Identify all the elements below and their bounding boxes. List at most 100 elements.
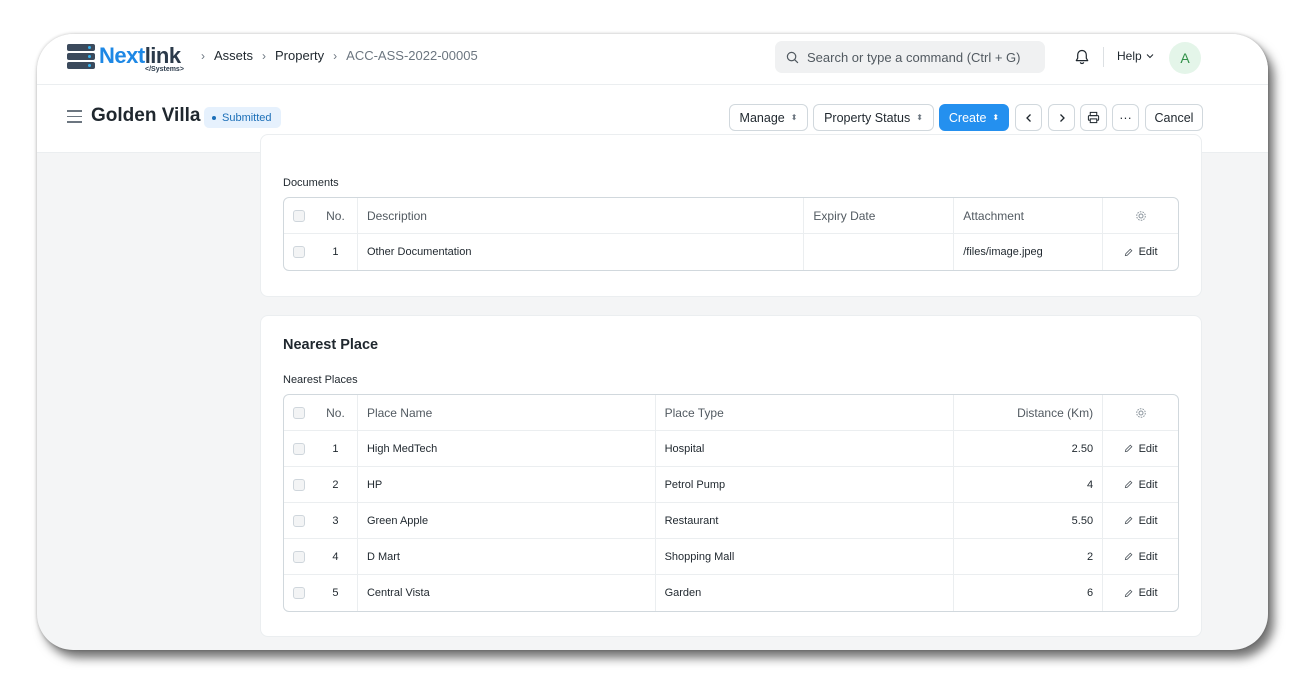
help-label: Help xyxy=(1117,49,1142,63)
create-button[interactable]: Create ⬍ xyxy=(939,104,1009,131)
search-icon xyxy=(786,51,799,63)
edit-row-button[interactable]: Edit xyxy=(1103,503,1178,538)
help-menu[interactable]: Help xyxy=(1117,49,1154,63)
edit-label: Edit xyxy=(1138,514,1158,527)
column-settings[interactable] xyxy=(1103,198,1178,233)
status-dot-icon xyxy=(212,115,216,120)
row-place-name[interactable]: Green Apple xyxy=(358,503,656,538)
property-status-button[interactable]: Property Status ⬍ xyxy=(813,104,934,131)
breadcrumb-property[interactable]: Property xyxy=(275,48,324,63)
create-label: Create xyxy=(948,110,987,125)
row-checkbox[interactable] xyxy=(292,550,305,563)
row-distance[interactable]: 4 xyxy=(954,467,1104,502)
header-checkbox-cell xyxy=(284,395,314,430)
row-place-name[interactable]: D Mart xyxy=(358,539,656,574)
updown-icon: ⬍ xyxy=(992,112,1000,122)
edit-label: Edit xyxy=(1138,550,1158,563)
table-row[interactable]: 1 Other Documentation /files/image.jpeg … xyxy=(284,234,1178,270)
column-header-expiry-date: Expiry Date xyxy=(804,198,955,233)
edit-row-button[interactable]: Edit xyxy=(1103,234,1178,270)
pencil-icon xyxy=(1124,480,1132,489)
brand-logo[interactable]: Nextlink </Systems> xyxy=(67,42,187,74)
brand-tagline: </Systems> xyxy=(145,66,184,73)
edit-label: Edit xyxy=(1138,246,1158,258)
documents-section: Documents No. Description Expiry Date At… xyxy=(260,134,1202,297)
column-header-place-type: Place Type xyxy=(656,395,955,430)
gear-icon xyxy=(1135,407,1146,418)
search-input[interactable]: Search or type a command (Ctrl + G) xyxy=(775,41,1045,73)
hamburger-icon[interactable] xyxy=(67,110,82,123)
print-button[interactable] xyxy=(1080,104,1107,131)
table-row[interactable]: 5 Central Vista Garden 6 Edit xyxy=(284,575,1178,611)
bell-icon[interactable] xyxy=(1073,48,1091,66)
next-button[interactable] xyxy=(1048,104,1075,131)
row-expiry-date[interactable] xyxy=(804,234,955,270)
table-row[interactable]: 3 Green Apple Restaurant 5.50 Edit xyxy=(284,503,1178,539)
column-header-description: Description xyxy=(358,198,805,233)
row-no: 1 xyxy=(314,234,358,270)
edit-row-button[interactable]: Edit xyxy=(1103,467,1178,502)
chevron-down-icon xyxy=(1146,54,1154,59)
row-place-type[interactable]: Shopping Mall xyxy=(656,539,955,574)
edit-row-button[interactable]: Edit xyxy=(1103,431,1178,466)
edit-label: Edit xyxy=(1138,478,1158,491)
row-place-type[interactable]: Petrol Pump xyxy=(656,467,955,502)
chevron-right-icon: › xyxy=(201,48,205,63)
row-no: 3 xyxy=(314,503,358,538)
row-distance[interactable]: 2 xyxy=(954,539,1104,574)
more-button[interactable]: ··· xyxy=(1112,104,1139,131)
print-icon xyxy=(1087,111,1100,124)
edit-row-button[interactable]: Edit xyxy=(1103,575,1178,611)
nav-divider xyxy=(1103,47,1104,67)
chevron-right-icon: › xyxy=(262,48,267,63)
row-place-type[interactable]: Garden xyxy=(656,575,955,611)
row-no: 5 xyxy=(314,575,358,611)
cancel-button[interactable]: Cancel xyxy=(1145,104,1203,131)
row-description[interactable]: Other Documentation xyxy=(358,234,805,270)
column-header-distance: Distance (Km) xyxy=(954,395,1104,430)
header-checkbox-cell xyxy=(284,198,314,233)
row-checkbox[interactable] xyxy=(292,246,305,258)
row-checkbox-cell xyxy=(284,503,314,538)
page-title: Golden Villa xyxy=(91,105,201,126)
status-badge: Submitted xyxy=(204,107,281,128)
previous-button[interactable] xyxy=(1015,104,1042,131)
app-window: Nextlink </Systems> › Assets › Property … xyxy=(37,34,1268,650)
row-place-name[interactable]: High MedTech xyxy=(358,431,656,466)
row-place-name[interactable]: HP xyxy=(358,467,656,502)
row-place-type[interactable]: Restaurant xyxy=(656,503,955,538)
table-row[interactable]: 1 High MedTech Hospital 2.50 Edit xyxy=(284,431,1178,467)
row-distance[interactable]: 5.50 xyxy=(954,503,1104,538)
column-settings[interactable] xyxy=(1103,395,1178,430)
row-place-name[interactable]: Central Vista xyxy=(358,575,656,611)
pencil-icon xyxy=(1124,248,1132,256)
breadcrumb-record[interactable]: ACC-ASS-2022-00005 xyxy=(346,48,478,63)
row-attachment[interactable]: /files/image.jpeg xyxy=(954,234,1104,270)
top-navbar: Nextlink </Systems> › Assets › Property … xyxy=(37,34,1268,85)
edit-row-button[interactable]: Edit xyxy=(1103,539,1178,574)
row-checkbox[interactable] xyxy=(292,478,305,491)
manage-button[interactable]: Manage ⬍ xyxy=(729,104,808,131)
row-distance[interactable]: 6 xyxy=(954,575,1104,611)
table-header-row: No. Place Name Place Type Distance (Km) xyxy=(284,395,1178,431)
row-checkbox-cell xyxy=(284,467,314,502)
table-row[interactable]: 4 D Mart Shopping Mall 2 Edit xyxy=(284,539,1178,575)
chevron-right-icon xyxy=(1059,113,1065,122)
row-checkbox[interactable] xyxy=(292,442,305,455)
row-checkbox-cell xyxy=(284,234,314,270)
avatar[interactable]: A xyxy=(1169,42,1201,74)
row-checkbox[interactable] xyxy=(292,587,305,599)
row-checkbox[interactable] xyxy=(292,514,305,527)
table-row[interactable]: 2 HP Petrol Pump 4 Edit xyxy=(284,467,1178,503)
row-checkbox-cell xyxy=(284,431,314,466)
breadcrumb-assets[interactable]: Assets xyxy=(214,48,253,63)
select-all-checkbox[interactable] xyxy=(292,209,305,222)
updown-icon: ⬍ xyxy=(790,112,798,122)
property-status-label: Property Status xyxy=(824,110,911,125)
table-header-row: No. Description Expiry Date Attachment xyxy=(284,198,1178,234)
pencil-icon xyxy=(1124,516,1132,525)
chevron-left-icon xyxy=(1025,113,1031,122)
row-place-type[interactable]: Hospital xyxy=(656,431,955,466)
select-all-checkbox[interactable] xyxy=(292,406,305,419)
row-distance[interactable]: 2.50 xyxy=(954,431,1104,466)
